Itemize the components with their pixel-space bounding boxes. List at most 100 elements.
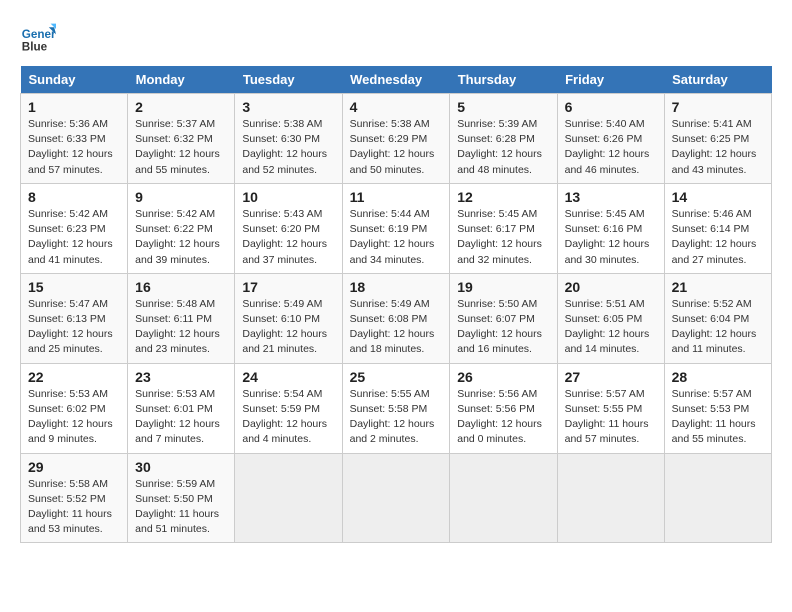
day-info: Sunrise: 5:48 AM Sunset: 6:11 PM Dayligh… [135,297,227,358]
calendar-cell [664,453,771,543]
day-info: Sunrise: 5:50 AM Sunset: 6:07 PM Dayligh… [457,297,549,358]
day-info: Sunrise: 5:49 AM Sunset: 6:10 PM Dayligh… [242,297,334,358]
calendar-cell [342,453,450,543]
day-info: Sunrise: 5:39 AM Sunset: 6:28 PM Dayligh… [457,117,549,178]
calendar-cell [450,453,557,543]
day-info: Sunrise: 5:51 AM Sunset: 6:05 PM Dayligh… [565,297,657,358]
day-info: Sunrise: 5:49 AM Sunset: 6:08 PM Dayligh… [350,297,443,358]
day-number: 15 [28,279,120,295]
day-info: Sunrise: 5:46 AM Sunset: 6:14 PM Dayligh… [672,207,764,268]
day-number: 1 [28,99,120,115]
day-number: 30 [135,459,227,475]
calendar-cell: 30 Sunrise: 5:59 AM Sunset: 5:50 PM Dayli… [128,453,235,543]
day-number: 11 [350,189,443,205]
calendar-cell: 11 Sunrise: 5:44 AM Sunset: 6:19 PM Dayli… [342,183,450,273]
svg-text:General: General [22,28,56,41]
page-header: General Blue [20,20,772,56]
day-number: 18 [350,279,443,295]
day-number: 8 [28,189,120,205]
col-header-thursday: Thursday [450,66,557,94]
day-number: 2 [135,99,227,115]
calendar-cell: 6 Sunrise: 5:40 AM Sunset: 6:26 PM Daylig… [557,94,664,184]
day-number: 23 [135,369,227,385]
day-info: Sunrise: 5:56 AM Sunset: 5:56 PM Dayligh… [457,387,549,448]
day-number: 12 [457,189,549,205]
calendar-cell: 3 Sunrise: 5:38 AM Sunset: 6:30 PM Daylig… [235,94,342,184]
calendar-table: SundayMondayTuesdayWednesdayThursdayFrid… [20,66,772,543]
day-info: Sunrise: 5:45 AM Sunset: 6:17 PM Dayligh… [457,207,549,268]
day-number: 25 [350,369,443,385]
day-number: 19 [457,279,549,295]
day-info: Sunrise: 5:57 AM Sunset: 5:53 PM Dayligh… [672,387,764,448]
day-number: 24 [242,369,334,385]
day-info: Sunrise: 5:43 AM Sunset: 6:20 PM Dayligh… [242,207,334,268]
day-number: 10 [242,189,334,205]
calendar-cell: 5 Sunrise: 5:39 AM Sunset: 6:28 PM Daylig… [450,94,557,184]
calendar-cell: 15Sunrise: 5:47 AM Sunset: 6:13 PM Dayli… [21,273,128,363]
day-info: Sunrise: 5:42 AM Sunset: 6:23 PM Dayligh… [28,207,120,268]
day-info: Sunrise: 5:54 AM Sunset: 5:59 PM Dayligh… [242,387,334,448]
day-info: Sunrise: 5:58 AM Sunset: 5:52 PM Dayligh… [28,477,120,538]
calendar-cell: 7 Sunrise: 5:41 AM Sunset: 6:25 PM Daylig… [664,94,771,184]
day-number: 27 [565,369,657,385]
day-info: Sunrise: 5:53 AM Sunset: 6:01 PM Dayligh… [135,387,227,448]
col-header-wednesday: Wednesday [342,66,450,94]
calendar-cell: 26 Sunrise: 5:56 AM Sunset: 5:56 PM Dayli… [450,363,557,453]
col-header-friday: Friday [557,66,664,94]
calendar-cell: 4Sunrise: 5:38 AM Sunset: 6:29 PM Daylig… [342,94,450,184]
calendar-cell: 16 Sunrise: 5:48 AM Sunset: 6:11 PM Dayli… [128,273,235,363]
calendar-cell: 22 Sunrise: 5:53 AM Sunset: 6:02 PM Dayli… [21,363,128,453]
day-info: Sunrise: 5:45 AM Sunset: 6:16 PM Dayligh… [565,207,657,268]
calendar-cell: 1 Sunrise: 5:36 AM Sunset: 6:33 PM Daylig… [21,94,128,184]
calendar-cell: 14 Sunrise: 5:46 AM Sunset: 6:14 PM Dayli… [664,183,771,273]
day-info: Sunrise: 5:52 AM Sunset: 6:04 PM Dayligh… [672,297,764,358]
calendar-cell: 18 Sunrise: 5:49 AM Sunset: 6:08 PM Dayli… [342,273,450,363]
day-info: Sunrise: 5:57 AM Sunset: 5:55 PM Dayligh… [565,387,657,448]
day-info: Sunrise: 5:37 AM Sunset: 6:32 PM Dayligh… [135,117,227,178]
day-number: 13 [565,189,657,205]
calendar-cell: 24 Sunrise: 5:54 AM Sunset: 5:59 PM Dayli… [235,363,342,453]
col-header-sunday: Sunday [21,66,128,94]
col-header-saturday: Saturday [664,66,771,94]
logo: General Blue [20,20,60,56]
calendar-cell: 9 Sunrise: 5:42 AM Sunset: 6:22 PM Daylig… [128,183,235,273]
calendar-cell: 8 Sunrise: 5:42 AM Sunset: 6:23 PM Daylig… [21,183,128,273]
calendar-cell [557,453,664,543]
day-number: 21 [672,279,764,295]
day-number: 26 [457,369,549,385]
day-info: Sunrise: 5:42 AM Sunset: 6:22 PM Dayligh… [135,207,227,268]
day-info: Sunrise: 5:59 AM Sunset: 5:50 PM Dayligh… [135,477,227,538]
day-info: Sunrise: 5:44 AM Sunset: 6:19 PM Dayligh… [350,207,443,268]
day-info: Sunrise: 5:38 AM Sunset: 6:29 PM Dayligh… [350,117,443,178]
calendar-cell: 21 Sunrise: 5:52 AM Sunset: 6:04 PM Dayli… [664,273,771,363]
day-number: 16 [135,279,227,295]
day-info: Sunrise: 5:40 AM Sunset: 6:26 PM Dayligh… [565,117,657,178]
day-info: Sunrise: 5:36 AM Sunset: 6:33 PM Dayligh… [28,117,120,178]
day-number: 29 [28,459,120,475]
day-info: Sunrise: 5:38 AM Sunset: 6:30 PM Dayligh… [242,117,334,178]
day-info: Sunrise: 5:53 AM Sunset: 6:02 PM Dayligh… [28,387,120,448]
svg-text:Blue: Blue [22,41,48,54]
day-number: 7 [672,99,764,115]
calendar-cell: 19 Sunrise: 5:50 AM Sunset: 6:07 PM Dayli… [450,273,557,363]
day-number: 20 [565,279,657,295]
day-number: 5 [457,99,549,115]
day-number: 28 [672,369,764,385]
calendar-cell: 23 Sunrise: 5:53 AM Sunset: 6:01 PM Dayli… [128,363,235,453]
day-number: 9 [135,189,227,205]
col-header-tuesday: Tuesday [235,66,342,94]
day-info: Sunrise: 5:41 AM Sunset: 6:25 PM Dayligh… [672,117,764,178]
day-number: 14 [672,189,764,205]
col-header-monday: Monday [128,66,235,94]
calendar-cell: 28 Sunrise: 5:57 AM Sunset: 5:53 PM Dayli… [664,363,771,453]
calendar-cell: 27 Sunrise: 5:57 AM Sunset: 5:55 PM Dayli… [557,363,664,453]
day-number: 6 [565,99,657,115]
calendar-cell: 2 Sunrise: 5:37 AM Sunset: 6:32 PM Daylig… [128,94,235,184]
calendar-cell: 13 Sunrise: 5:45 AM Sunset: 6:16 PM Dayli… [557,183,664,273]
logo-icon: General Blue [20,20,56,56]
calendar-cell: 20 Sunrise: 5:51 AM Sunset: 6:05 PM Dayli… [557,273,664,363]
day-number: 22 [28,369,120,385]
calendar-cell: 29 Sunrise: 5:58 AM Sunset: 5:52 PM Dayli… [21,453,128,543]
calendar-cell: 17Sunrise: 5:49 AM Sunset: 6:10 PM Dayli… [235,273,342,363]
day-number: 3 [242,99,334,115]
